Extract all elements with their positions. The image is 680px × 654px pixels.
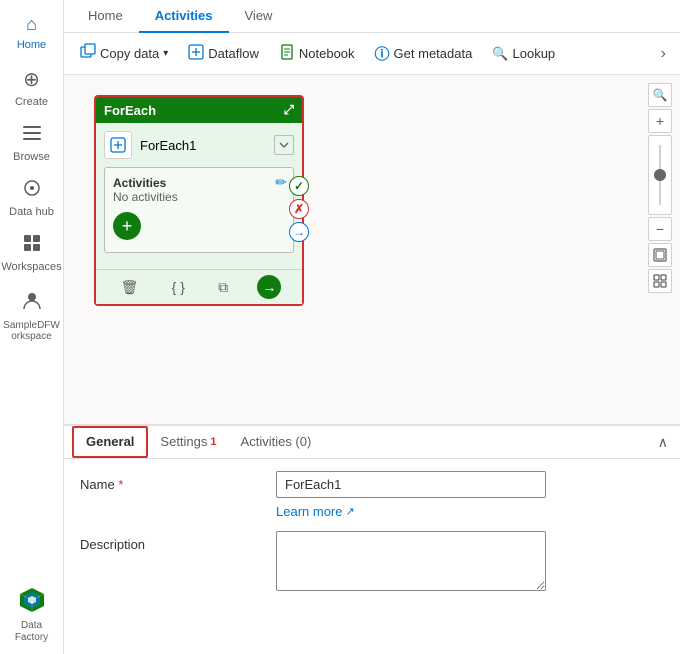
notebook-button[interactable]: Notebook [271,40,363,67]
bottom-content: Name * Learn more ↗ Description [64,459,680,615]
foreach-footer: 🗑 { } ⧉ → [96,269,302,304]
foreach-activity-row: ForEach1 [104,131,294,159]
dataflow-button[interactable]: Dataflow [180,40,267,68]
get-metadata-button[interactable]: ⓘ Get metadata [367,39,481,68]
foreach-expand-icon[interactable]: ⤢ [284,102,294,118]
foreach-header: ForEach ⤢ [96,97,302,123]
status-x-icon[interactable]: ✗ [289,199,309,219]
name-form-row: Name * Learn more ↗ [80,471,664,519]
foreach-status-icons: ✓ ✗ → [289,176,309,242]
home-icon: ⌂ [26,14,37,35]
zoom-search-button[interactable]: 🔍 [648,83,672,107]
top-tabs: Home Activities View [64,0,680,33]
foreach-inner-sublabel: No activities [113,190,285,204]
foreach-activity-name: ForEach1 [140,138,196,153]
foreach-inner-label: Activities [113,176,285,190]
bottom-panel: General Settings 1 Activities (0) ∧ Name… [64,424,680,654]
name-required: * [118,477,123,492]
foreach-node: ForEach ⤢ ForEach1 [94,95,304,306]
copy-data-label: Copy data [100,46,159,61]
foreach-code-button[interactable]: { } [168,277,189,297]
foreach-inner-container: Activities No activities ✏ + ✓ ✗ → [104,167,294,253]
foreach-delete-button[interactable]: 🗑 [117,277,143,298]
zoom-track [659,145,661,205]
zoom-thumb [654,169,666,181]
sidebar-item-sample[interactable]: SampleDFW orkspace [4,283,60,348]
sample-icon [21,289,43,316]
dataflow-icon [188,44,204,64]
description-form-row: Description [80,531,664,591]
zoom-layout-button[interactable] [648,269,672,293]
bottom-panel-collapse-button[interactable]: ∧ [654,430,672,455]
workspaces-icon [23,234,41,257]
external-link-icon: ↗ [345,505,354,518]
bottom-tabs-left: General Settings 1 Activities (0) [72,426,323,458]
data-factory-logo [16,584,48,616]
browse-icon [23,124,41,147]
name-label: Name * [80,471,260,492]
brand-label: Data Factory [4,620,59,644]
lookup-label: Lookup [513,46,556,61]
foreach-add-activity-button[interactable]: + [113,212,141,240]
tab-home[interactable]: Home [72,0,139,33]
description-textarea[interactable] [276,531,546,591]
dataflow-label: Dataflow [208,46,259,61]
copy-data-button[interactable]: Copy data ▾ [72,39,176,68]
toolbar: Copy data ▾ Dataflow [64,33,680,75]
foreach-edit-button[interactable]: ✏ [275,174,287,191]
notebook-icon [279,44,295,63]
name-field-group: Learn more ↗ [276,471,664,519]
learn-more-link[interactable]: Learn more ↗ [276,504,664,519]
sidebar: ⌂ Home ⊕ Create Browse Data hub [0,0,64,654]
sidebar-item-datahub[interactable]: Data hub [4,173,60,224]
copy-data-icon [80,43,96,64]
zoom-fit-button[interactable] [648,243,672,267]
zoom-controls: 🔍 + − [648,83,672,293]
foreach-activity-icon [104,131,132,159]
tab-activities[interactable]: Activities [139,0,229,33]
tab-activities-panel[interactable]: Activities (0) [229,426,324,459]
foreach-header-icons: ⤢ [284,102,294,118]
get-metadata-label: Get metadata [394,46,473,61]
get-metadata-icon: ⓘ [375,43,390,64]
sidebar-item-browse[interactable]: Browse [4,118,60,169]
notebook-label: Notebook [299,46,355,61]
lookup-button[interactable]: 🔍 Lookup [484,42,563,66]
description-label: Description [80,531,260,552]
canvas-area[interactable]: ForEach ⤢ ForEach1 [64,75,680,424]
tab-settings[interactable]: Settings 1 [148,426,228,459]
sidebar-item-create[interactable]: ⊕ Create [4,61,60,114]
sample-label: SampleDFW orkspace [3,320,60,342]
lookup-icon: 🔍 [492,46,508,62]
status-check-icon[interactable]: ✓ [289,176,309,196]
foreach-body: ForEach1 Activities No activities ✏ + [96,123,302,269]
sidebar-item-home[interactable]: ⌂ Home [4,8,60,57]
status-arrow-icon[interactable]: → [289,222,309,242]
zoom-slider[interactable] [648,135,672,215]
foreach-copy-button[interactable]: ⧉ [214,277,232,298]
foreach-title: ForEach [104,103,156,118]
bottom-tabs: General Settings 1 Activities (0) ∧ [64,426,680,459]
sidebar-item-workspaces[interactable]: Workspaces [4,228,60,279]
foreach-inner-expand-button[interactable] [274,135,294,155]
name-input[interactable] [276,471,546,498]
sidebar-brand[interactable]: Data Factory [0,576,63,654]
datahub-icon [23,179,41,202]
create-icon: ⊕ [23,67,40,92]
toolbar-more-button[interactable]: › [655,41,672,67]
settings-badge: 1 [210,436,216,448]
main-content: Home Activities View Copy data ▾ [64,0,680,654]
foreach-next-button[interactable]: → [257,275,281,299]
zoom-out-button[interactable]: − [648,217,672,241]
copy-data-dropdown-icon: ▾ [163,48,168,59]
tab-view[interactable]: View [229,0,289,33]
zoom-in-button[interactable]: + [648,109,672,133]
tab-general[interactable]: General [72,426,148,458]
